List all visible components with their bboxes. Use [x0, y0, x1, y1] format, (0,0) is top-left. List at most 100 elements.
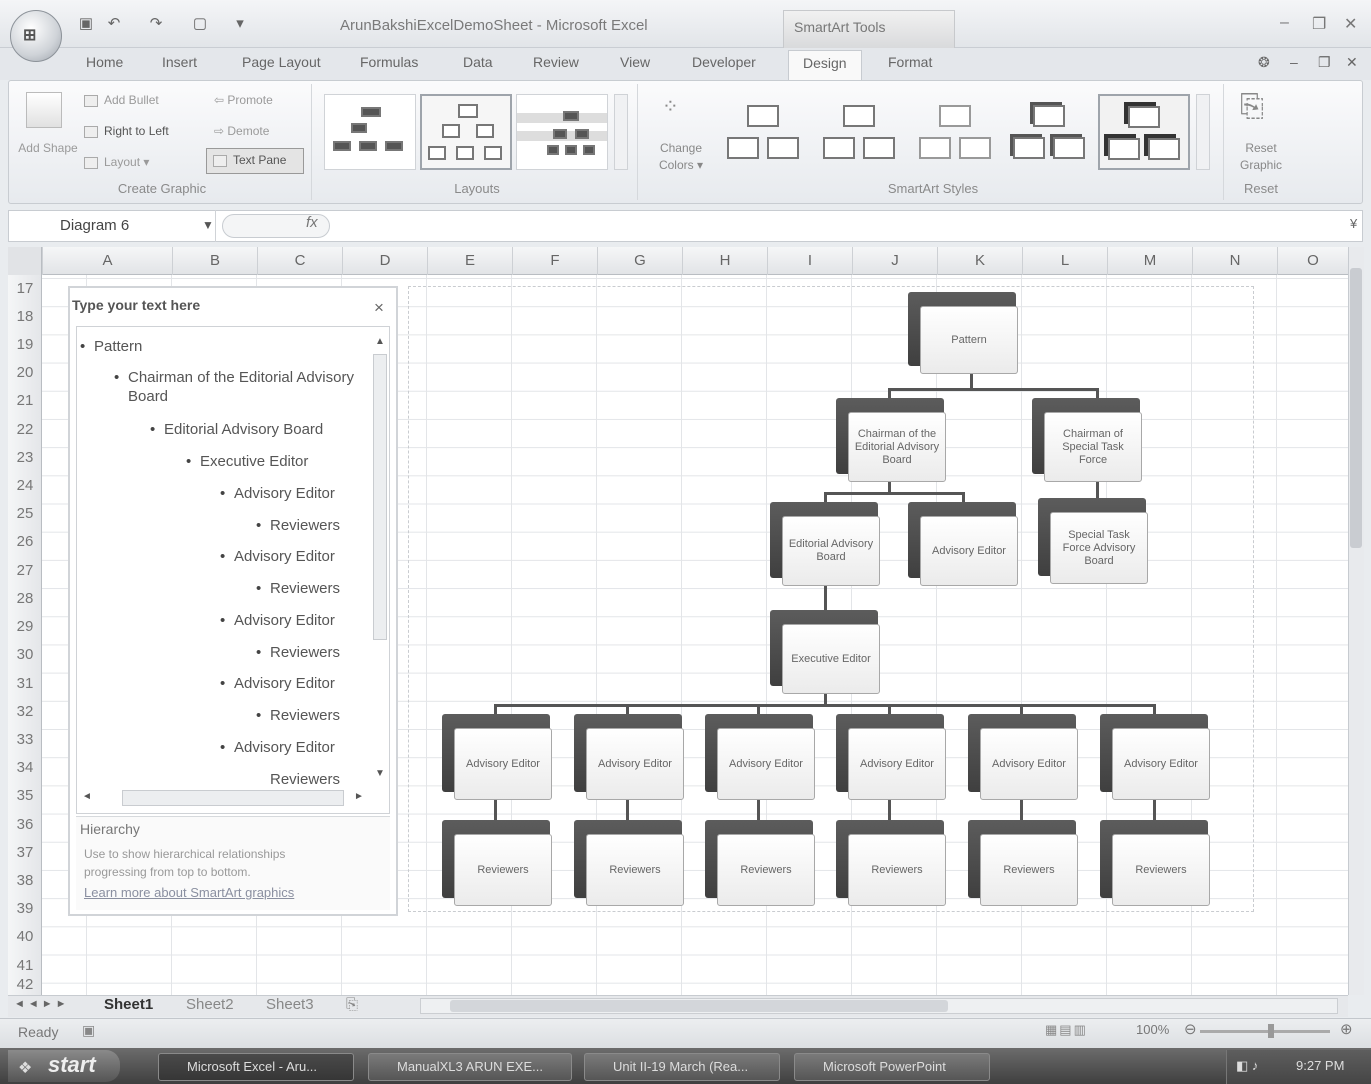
col-header-g[interactable]: G	[597, 247, 682, 275]
layout-org-chart[interactable]	[324, 94, 416, 170]
diagram-node-executive-editor[interactable]: Executive Editor	[770, 610, 880, 694]
scroll-down-icon[interactable]: ▼	[375, 768, 385, 779]
diagram-node-reviewers[interactable]: Reviewers	[968, 820, 1078, 906]
style-option-4[interactable]	[1004, 94, 1096, 170]
ribbon-minimize-icon[interactable]: –	[1290, 54, 1298, 70]
diagram-node-special-board[interactable]: Special Task Force Advisory Board	[1038, 498, 1148, 584]
zoom-out-icon[interactable]: ⊖	[1184, 1020, 1197, 1038]
text-pane-item[interactable]: Advisory Editor	[220, 611, 335, 630]
macro-record-icon[interactable]: ▣	[82, 1022, 95, 1039]
diagram-node-advisory-editor[interactable]: Advisory Editor	[968, 714, 1078, 800]
col-header-e[interactable]: E	[427, 247, 512, 275]
taskbar-item-word-1[interactable]: ManualXL3 ARUN EXE...	[368, 1053, 572, 1081]
col-header-o[interactable]: O	[1277, 247, 1348, 275]
sheet-tab-2[interactable]: Sheet2	[186, 996, 234, 1013]
expand-formula-icon[interactable]: ¥	[1350, 216, 1357, 231]
row-header[interactable]: 20	[8, 359, 42, 387]
diagram-node-chairman-editorial[interactable]: Chairman of the Editorial Advisory Board	[836, 398, 946, 482]
row-header[interactable]: 26	[8, 528, 42, 556]
diagram-node-editorial-board[interactable]: Editorial Advisory Board	[770, 502, 880, 586]
text-pane-item[interactable]: Chairman of the Editorial Advisory Board	[114, 368, 372, 406]
diagram-node-root[interactable]: Pattern	[908, 292, 1018, 374]
text-pane-item[interactable]: Reviewers	[256, 516, 340, 535]
help-icon[interactable]: ❂	[1258, 54, 1270, 71]
tab-formulas[interactable]: Formulas	[360, 54, 418, 70]
row-header[interactable]: 23	[8, 444, 42, 472]
minimize-icon[interactable]: –	[1280, 14, 1289, 32]
text-pane-item[interactable]: Reviewers	[256, 706, 340, 725]
diagram-node-reviewers[interactable]: Reviewers	[705, 820, 815, 906]
col-header-m[interactable]: M	[1107, 247, 1192, 275]
promote-button[interactable]: ⇦ Promote	[214, 93, 273, 107]
col-header-d[interactable]: D	[342, 247, 427, 275]
row-header[interactable]: 42	[8, 976, 42, 994]
close-icon[interactable]: ✕	[1344, 14, 1357, 34]
diagram-node-reviewers[interactable]: Reviewers	[836, 820, 946, 906]
taskbar-item-powerpoint[interactable]: Microsoft PowerPoint	[794, 1053, 990, 1081]
row-header[interactable]: 31	[8, 670, 42, 698]
row-header[interactable]: 40	[8, 923, 42, 951]
smartart-diagram-frame[interactable]	[408, 286, 1254, 912]
name-box[interactable]: Diagram 6	[8, 210, 216, 242]
scroll-right-icon[interactable]: ►	[354, 791, 364, 802]
col-header-a[interactable]: A	[42, 247, 172, 275]
diagram-node-advisory-editor[interactable]: Advisory Editor	[1100, 714, 1210, 800]
row-header[interactable]: 21	[8, 387, 42, 415]
tab-data[interactable]: Data	[463, 54, 493, 70]
sheet-tab-3[interactable]: Sheet3	[266, 996, 314, 1013]
text-pane-item[interactable]: Pattern	[80, 337, 142, 356]
row-header[interactable]: 37	[8, 839, 42, 867]
col-header-k[interactable]: K	[937, 247, 1022, 275]
tab-insert[interactable]: Insert	[162, 54, 197, 70]
tray-icons[interactable]: ◧ ♪	[1236, 1058, 1258, 1074]
formula-input[interactable]	[338, 210, 1348, 242]
row-header[interactable]: 32	[8, 698, 42, 726]
taskbar-item-word-2[interactable]: Unit II-19 March (Rea...	[584, 1053, 780, 1081]
ribbon-restore-icon[interactable]: ❐	[1318, 54, 1331, 71]
redo-icon[interactable]: ↷	[146, 14, 166, 34]
text-pane-horizontal-thumb[interactable]	[122, 790, 344, 806]
diagram-node-advisory-editor[interactable]: Advisory Editor	[574, 714, 684, 800]
row-header[interactable]: 39	[8, 895, 42, 923]
horizontal-scroll-thumb[interactable]	[450, 1000, 948, 1012]
diagram-node-advisory-editor[interactable]: Advisory Editor	[442, 714, 552, 800]
add-shape-button[interactable]: Add Shape	[18, 140, 78, 157]
fx-icon[interactable]: fx	[306, 214, 318, 231]
row-header[interactable]: 30	[8, 641, 42, 669]
sheet-nav-icons[interactable]: ◄◄►►	[14, 998, 70, 1010]
new-document-icon[interactable]: ▢	[190, 14, 210, 34]
diagram-node-reviewers[interactable]: Reviewers	[442, 820, 552, 906]
style-option-2[interactable]	[814, 94, 906, 170]
styles-scroll[interactable]	[1196, 94, 1210, 170]
col-header-h[interactable]: H	[682, 247, 767, 275]
text-pane-close-icon[interactable]: ×	[374, 298, 384, 318]
restore-icon[interactable]: ❐	[1312, 14, 1326, 34]
col-header-l[interactable]: L	[1022, 247, 1107, 275]
tab-home[interactable]: Home	[86, 54, 123, 70]
col-header-c[interactable]: C	[257, 247, 342, 275]
scroll-left-icon[interactable]: ◄	[82, 791, 92, 802]
layout-labeled-hierarchy[interactable]	[516, 94, 608, 170]
text-pane-item[interactable]: Advisory Editor	[220, 547, 335, 566]
text-pane-item[interactable]: Reviewers	[256, 643, 340, 662]
vertical-scroll-thumb[interactable]	[1350, 268, 1362, 548]
row-header[interactable]: 38	[8, 867, 42, 895]
row-header[interactable]: 35	[8, 782, 42, 810]
row-header[interactable]: 22	[8, 416, 42, 444]
tab-review[interactable]: Review	[533, 54, 579, 70]
row-header[interactable]: 18	[8, 303, 42, 331]
sheet-tab-1[interactable]: Sheet1	[104, 996, 153, 1013]
diagram-node-advisory-editor[interactable]: Advisory Editor	[705, 714, 815, 800]
diagram-node-reviewers[interactable]: Reviewers	[1100, 820, 1210, 906]
tab-developer[interactable]: Developer	[692, 54, 756, 70]
row-header[interactable]: 36	[8, 811, 42, 839]
row-header[interactable]: 29	[8, 613, 42, 641]
style-option-3[interactable]	[910, 94, 1002, 170]
select-all-corner[interactable]	[8, 247, 42, 275]
text-pane-item[interactable]: Editorial Advisory Board	[150, 420, 323, 439]
diagram-node-reviewers[interactable]: Reviewers	[574, 820, 684, 906]
col-header-b[interactable]: B	[172, 247, 257, 275]
ribbon-close-icon[interactable]: ✕	[1346, 54, 1358, 71]
text-pane-vertical-thumb[interactable]	[373, 354, 387, 640]
col-header-n[interactable]: N	[1192, 247, 1277, 275]
